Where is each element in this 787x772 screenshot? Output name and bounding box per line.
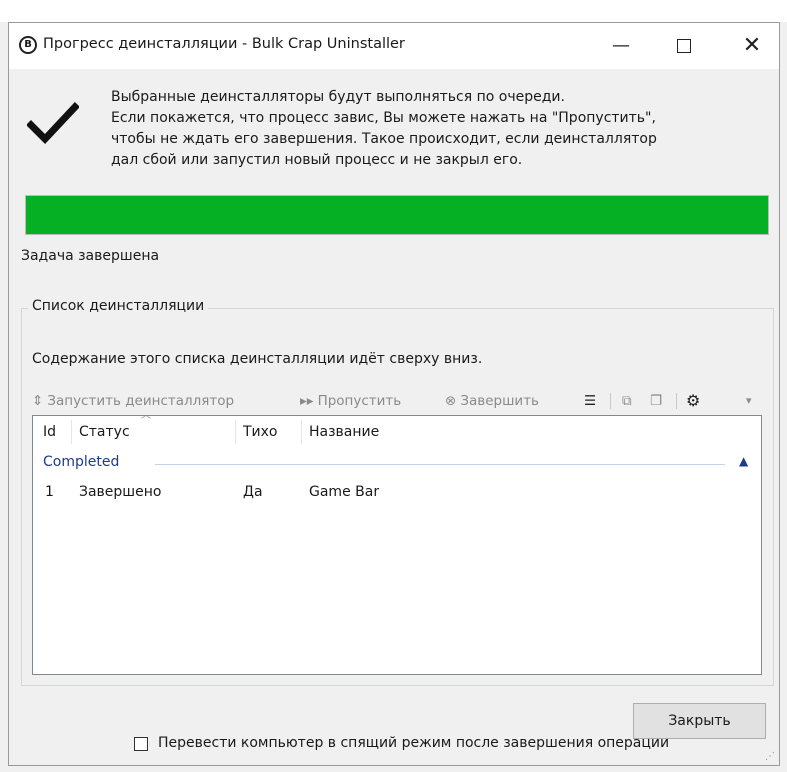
title-bar: B Прогресс деинсталляции - Bulk Crap Uni… bbox=[9, 23, 779, 69]
list-group-divider bbox=[155, 464, 725, 465]
toolbar-separator bbox=[610, 393, 611, 409]
resize-grip-icon[interactable]: ⋰ bbox=[765, 751, 775, 762]
collapse-chevron-icon[interactable]: ▲ bbox=[739, 454, 748, 468]
skip-forward-icon: ▸▸ bbox=[300, 393, 314, 409]
instructions-text: Выбранные деинсталляторы будут выполнять… bbox=[111, 87, 771, 171]
sleep-checkbox[interactable] bbox=[134, 737, 148, 751]
instructions-line: Выбранные деинсталляторы будут выполнять… bbox=[111, 89, 565, 105]
task-status-label: Задача завершена bbox=[21, 248, 160, 264]
group-title: Список деинсталляции bbox=[28, 298, 209, 314]
checkmark-icon bbox=[27, 102, 79, 145]
top-background-strip bbox=[0, 0, 787, 22]
toolbar-separator bbox=[676, 393, 677, 409]
maximize-button[interactable] bbox=[656, 23, 712, 69]
list-group-header[interactable]: Completed ▲ bbox=[43, 454, 751, 474]
sort-ascending-icon: ︿ bbox=[141, 410, 151, 421]
uninstall-list-group: Список деинсталляции Содержание этого сп… bbox=[21, 298, 774, 686]
column-header-status[interactable]: Статус bbox=[79, 416, 130, 448]
uninstall-list[interactable]: Id Статус ︿ Тихо Название Completed ▲ 1 … bbox=[32, 410, 762, 675]
sleep-checkbox-label[interactable]: Перевести компьютер в спящий режим после… bbox=[158, 735, 669, 751]
close-button[interactable]: Закрыть bbox=[633, 703, 766, 739]
list-view-icon: ☰ bbox=[584, 393, 597, 409]
open-external-button[interactable]: ⧉ bbox=[622, 389, 632, 413]
instructions-line: чтобы не ждать его завершения. Такое про… bbox=[111, 131, 657, 147]
gear-icon: ⚙ bbox=[686, 391, 701, 410]
minimize-button[interactable]: — bbox=[593, 23, 649, 69]
skip-label: Пропустить bbox=[317, 393, 402, 409]
instructions-line: Если покажется, что процесс завис, Вы мо… bbox=[111, 110, 656, 126]
column-header-quiet[interactable]: Тихо bbox=[243, 416, 278, 448]
run-arrows-icon: ⇕ bbox=[32, 393, 44, 409]
column-separator bbox=[71, 420, 72, 444]
maximize-icon bbox=[677, 39, 691, 53]
column-header-name[interactable]: Название bbox=[309, 416, 379, 448]
copy-button[interactable]: ❐ bbox=[650, 389, 662, 413]
table-row[interactable]: 1 Завершено Да Game Bar bbox=[33, 484, 761, 508]
terminate-button[interactable]: ⊗ Завершить bbox=[445, 389, 539, 413]
column-header-id[interactable]: Id bbox=[43, 416, 56, 448]
terminate-x-icon: ⊗ bbox=[445, 393, 457, 409]
app-logo-icon: B bbox=[19, 36, 37, 54]
cell-name: Game Bar bbox=[309, 484, 380, 500]
progress-fill bbox=[26, 196, 768, 234]
progress-bar bbox=[25, 195, 769, 235]
list-view-button[interactable]: ☰ bbox=[584, 389, 596, 413]
uninstall-progress-window: B Прогресс деинсталляции - Bulk Crap Uni… bbox=[8, 22, 780, 766]
copy-icon: ❐ bbox=[650, 393, 663, 409]
skip-button[interactable]: ▸▸ Пропустить bbox=[300, 389, 401, 413]
overflow-button[interactable]: ▾ bbox=[746, 389, 752, 413]
column-separator bbox=[235, 420, 236, 444]
window-title: Прогресс деинсталляции - Bulk Crap Unins… bbox=[43, 36, 405, 52]
cell-id: 1 bbox=[45, 484, 54, 500]
cell-quiet: Да bbox=[243, 484, 263, 500]
terminate-label: Завершить bbox=[460, 393, 540, 409]
instructions-line: дал сбой или запустил новый процесс и не… bbox=[111, 152, 523, 168]
list-description: Содержание этого списка деинсталляции ид… bbox=[32, 351, 483, 367]
settings-button[interactable]: ⚙ bbox=[686, 389, 700, 413]
run-uninstaller-button[interactable]: ⇕ Запустить деинсталлятор bbox=[32, 389, 234, 413]
list-group-label: Completed bbox=[43, 454, 120, 470]
column-separator bbox=[301, 420, 302, 444]
close-window-button[interactable]: ✕ bbox=[724, 23, 780, 69]
cell-status: Завершено bbox=[79, 484, 162, 500]
overflow-icon: ▾ bbox=[746, 394, 752, 407]
open-external-icon: ⧉ bbox=[622, 393, 632, 409]
